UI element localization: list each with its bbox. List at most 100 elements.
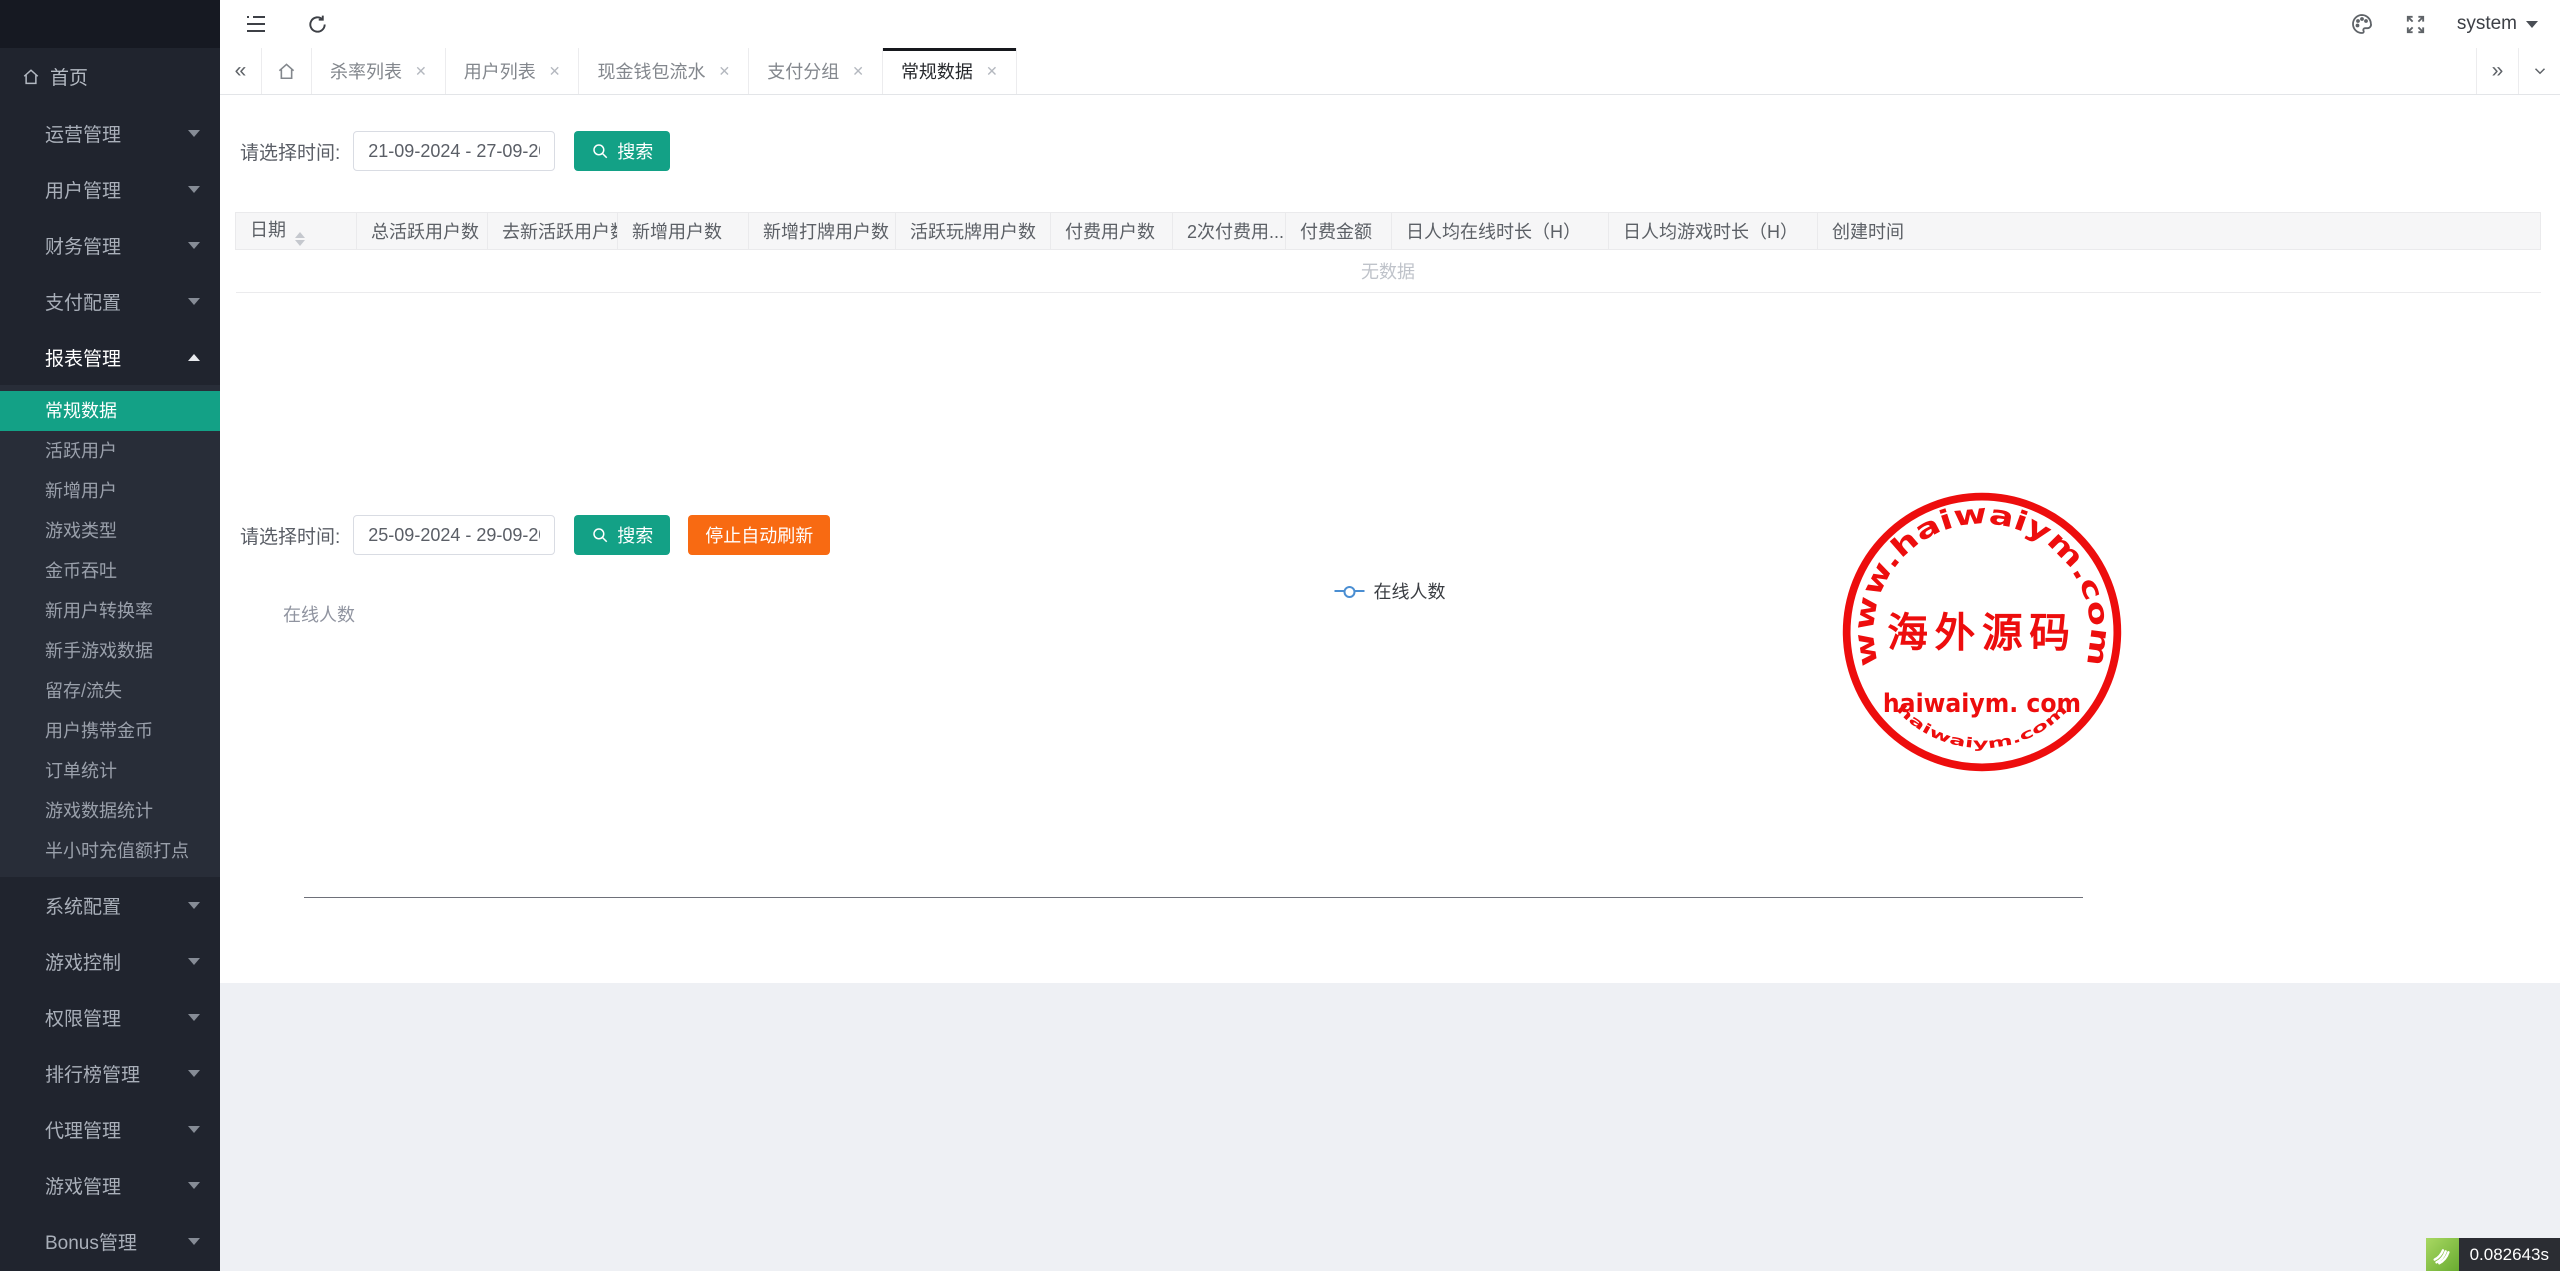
search-button[interactable]: 搜索 [574,131,670,171]
date-range-label: 请选择时间: [240,522,340,549]
watermark-stamp: www.haiwaiym.com 海外源码 haiwaiym. com haiw… [1837,487,2127,777]
sort-icons[interactable] [295,232,305,246]
line-series-marker-icon [1335,585,1365,597]
button-label: 停止自动刷新 [705,522,813,548]
sidebar-item-half-hour-recharge[interactable]: 半小时充值额打点 [0,831,220,871]
sidebar-group-agent-management[interactable]: 代理管理 [0,1101,220,1157]
date-range-input[interactable] [353,131,555,171]
page-content: 请选择时间: 搜索 日期 总 [220,95,2560,983]
button-label: 搜索 [617,138,653,164]
column-header: 日人均游戏时长（H） [1609,213,1818,250]
main-area: system « 杀率列表 ✕ 用户列表 ✕ 现金钱包流水 ✕ [220,0,2560,1271]
username: system [2457,13,2517,35]
group-label: 支付配置 [45,288,121,315]
tab-label: 常规数据 [901,58,973,84]
topbar: system [220,0,2560,48]
sidebar-item-home[interactable]: 首页 [0,48,220,105]
chevron-down-icon [188,1070,200,1077]
sidebar-group-system-config[interactable]: 系统配置 [0,877,220,933]
chevron-down-icon [188,1182,200,1189]
debug-toolbar: 0.082643s [2426,1238,2560,1271]
close-icon[interactable]: ✕ [718,63,730,80]
sidebar-item-label: 首页 [50,63,88,90]
chevron-down-icon [188,242,200,249]
close-icon[interactable]: ✕ [415,63,427,80]
chart-legend-online-users[interactable]: 在线人数 [1335,578,1446,604]
chevron-down-icon [188,130,200,137]
group-label: 代理管理 [45,1116,121,1143]
fullscreen-icon[interactable] [2404,13,2427,36]
sidebar: 首页 运营管理 用户管理 财务管理 支付配置 报表管理 [0,0,220,1271]
report-table: 日期 总活跃用户数 去新活跃用户数 新增用户数 新增打牌用户数 活跃玩牌用户数 … [235,212,2541,293]
user-dropdown[interactable]: system [2457,13,2538,35]
group-label: 运营管理 [45,120,121,147]
tabs-menu-button[interactable] [2518,48,2560,94]
chart-filter-row: 请选择时间: 搜索 停止自动刷新 [220,515,830,555]
close-icon[interactable]: ✕ [986,63,998,80]
tab-cash-wallet-flow[interactable]: 现金钱包流水 ✕ [579,48,749,94]
tab-home[interactable] [262,48,312,94]
legend-label: 在线人数 [1374,578,1446,604]
group-label: 排行榜管理 [45,1060,140,1087]
group-label: 游戏管理 [45,1172,121,1199]
stop-auto-refresh-button[interactable]: 停止自动刷新 [688,515,830,555]
sidebar-group-leaderboard-management[interactable]: 排行榜管理 [0,1045,220,1101]
sidebar-group-user-management[interactable]: 用户管理 [0,161,220,217]
sidebar-item-new-users[interactable]: 新增用户 [0,471,220,511]
theme-palette-icon[interactable] [2350,12,2374,36]
sidebar-item-regular-data[interactable]: 常规数据 [0,391,220,431]
sidebar-group-game-management[interactable]: 游戏管理 [0,1157,220,1213]
collapse-sidebar-icon[interactable] [244,12,268,36]
chevron-down-icon [188,298,200,305]
sidebar-item-game-types[interactable]: 游戏类型 [0,511,220,551]
tab-kill-rate-list[interactable]: 杀率列表 ✕ [312,48,446,94]
sidebar-group-report-management[interactable]: 报表管理 [0,329,220,385]
search-icon [591,142,609,160]
close-icon[interactable]: ✕ [852,63,864,80]
home-icon [22,68,40,86]
sidebar-item-user-carried-coins[interactable]: 用户携带金币 [0,711,220,751]
tab-user-list[interactable]: 用户列表 ✕ [446,48,580,94]
refresh-icon[interactable] [306,13,329,36]
chart-date-range-input[interactable] [353,515,555,555]
column-header: 创建时间 [1818,213,2541,250]
chevron-down-icon [188,186,200,193]
column-header-date[interactable]: 日期 [236,213,357,250]
sidebar-item-order-stats[interactable]: 订单统计 [0,751,220,791]
debug-trace-icon[interactable] [2426,1238,2459,1271]
close-icon[interactable]: ✕ [549,63,561,80]
sidebar-menu: 首页 运营管理 用户管理 财务管理 支付配置 报表管理 [0,48,220,1269]
sidebar-item-new-user-conversion[interactable]: 新用户转换率 [0,591,220,631]
column-header: 总活跃用户数 [357,213,488,250]
sidebar-group-game-control[interactable]: 游戏控制 [0,933,220,989]
sidebar-group-finance-management[interactable]: 财务管理 [0,217,220,273]
chevron-down-icon [188,1014,200,1021]
sidebar-group-operations-management[interactable]: 运营管理 [0,105,220,161]
chevron-down-icon [188,958,200,965]
tab-regular-data[interactable]: 常规数据 ✕ [883,48,1017,94]
sidebar-item-coin-io[interactable]: 金币吞吐 [0,551,220,591]
date-range-label: 请选择时间: [240,138,340,165]
sidebar-item-game-data-stats[interactable]: 游戏数据统计 [0,791,220,831]
sidebar-group-bonus-management[interactable]: Bonus管理 [0,1213,220,1269]
tab-payment-group[interactable]: 支付分组 ✕ [749,48,883,94]
group-label: 用户管理 [45,176,121,203]
chevron-down-icon [188,902,200,909]
column-header: 新增打牌用户数 [749,213,896,250]
column-header: 付费金额 [1286,213,1392,250]
tab-label: 用户列表 [464,58,536,84]
empty-row: 无数据 [236,250,2541,293]
column-header: 去新活跃用户数 [488,213,618,250]
group-label: 报表管理 [45,344,121,371]
y-axis-name: 在线人数 [283,601,355,627]
sidebar-group-payment-config[interactable]: 支付配置 [0,273,220,329]
tabs-scroll-left-button[interactable]: « [220,48,262,94]
tabs-scroll-right-button[interactable]: » [2476,48,2518,94]
sidebar-item-active-users[interactable]: 活跃用户 [0,431,220,471]
sidebar-group-permission-management[interactable]: 权限管理 [0,989,220,1045]
sidebar-item-retention-churn[interactable]: 留存/流失 [0,671,220,711]
chevron-down-icon [2526,21,2538,28]
chart-search-button[interactable]: 搜索 [574,515,670,555]
column-header: 新增用户数 [618,213,749,250]
sidebar-item-novice-game-data[interactable]: 新手游戏数据 [0,631,220,671]
